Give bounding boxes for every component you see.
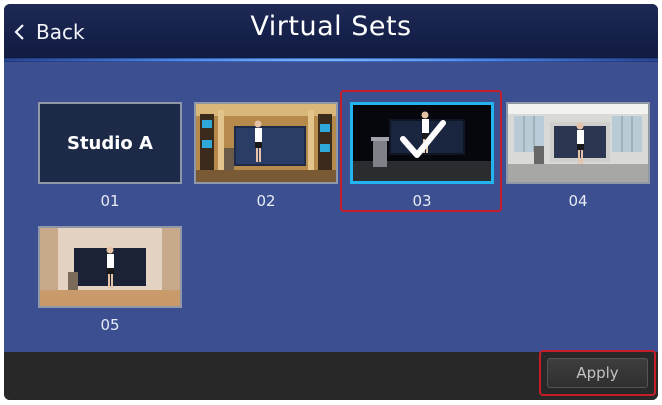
page-title: Virtual Sets	[250, 11, 412, 42]
header-bar: Back Virtual Sets	[4, 4, 658, 60]
virtual-set-thumbnail[interactable]	[194, 102, 338, 184]
virtual-sets-grid: Studio A 01 02 03 04 05	[4, 62, 658, 352]
virtual-set-thumbnail[interactable]	[506, 102, 650, 184]
virtual-set-label: 03	[412, 192, 432, 210]
virtual-sets-screen: Back Virtual Sets Studio A 01 02 03 04 0…	[4, 4, 658, 400]
virtual-set-label: 04	[568, 192, 588, 210]
set-preview-image	[196, 104, 336, 182]
set-preview-image	[508, 104, 648, 182]
virtual-set-thumbnail[interactable]	[38, 226, 182, 308]
virtual-set-label: 05	[100, 316, 120, 334]
checkmark-icon	[400, 120, 446, 158]
set-preview-image	[40, 228, 180, 306]
virtual-set-label: 02	[256, 192, 276, 210]
virtual-set-thumbnail[interactable]: Studio A	[38, 102, 182, 184]
apply-button[interactable]: Apply	[547, 358, 648, 388]
virtual-set-label: 01	[100, 192, 120, 210]
virtual-set-thumbnail-selected[interactable]	[350, 102, 494, 184]
thumbnail-preview-text: Studio A	[66, 132, 153, 154]
